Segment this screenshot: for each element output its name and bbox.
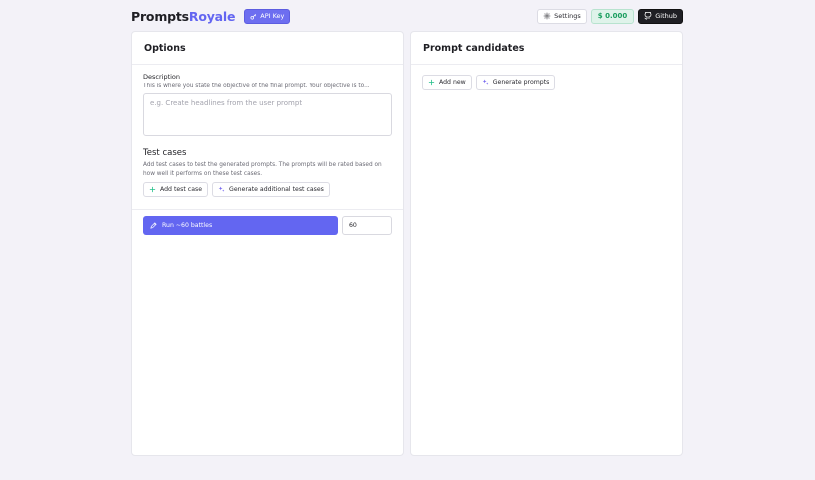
add-new-button[interactable]: Add new [422, 75, 472, 90]
balance-badge[interactable]: $ 0.000 [590, 8, 635, 24]
add-new-label: Add new [439, 79, 466, 86]
options-title: Options [132, 32, 403, 65]
generate-prompts-button[interactable]: Generate prompts [475, 75, 556, 90]
add-test-case-button[interactable]: Add test case [143, 182, 209, 197]
app-header: PromptsRoyale API Key Settings $ 0.000 G… [131, 6, 683, 26]
gear-icon [543, 12, 551, 20]
github-button[interactable]: Github [638, 8, 683, 24]
api-key-label: API Key [260, 12, 285, 20]
github-icon [644, 12, 652, 20]
run-battles-label: Run ~60 battles [162, 222, 213, 229]
options-panel: Options Description This is where you st… [131, 31, 404, 456]
sparkles-icon [482, 79, 489, 85]
app-logo[interactable]: PromptsRoyale [131, 9, 235, 24]
api-key-button[interactable]: API Key [244, 8, 291, 24]
add-test-case-label: Add test case [160, 186, 203, 193]
brand-name-part2: Royale [188, 8, 236, 24]
pencil-icon [150, 222, 157, 229]
battles-count-input[interactable] [342, 216, 392, 235]
description-section: Description This is where you state the … [132, 73, 403, 197]
generate-test-cases-button[interactable]: Generate additional test cases [212, 182, 330, 197]
brand-name-part1: Prompts [131, 8, 189, 24]
description-input[interactable] [143, 93, 392, 136]
prompt-candidates-panel: Prompt candidates Add new Generate promp… [410, 31, 683, 456]
sparkles-icon [218, 186, 225, 192]
options-divider [132, 209, 403, 210]
header-actions: Settings $ 0.000 Github [537, 8, 683, 24]
plus-icon [428, 79, 435, 86]
key-icon [250, 13, 257, 20]
generate-test-cases-label: Generate additional test cases [229, 186, 324, 193]
test-case-actions: Add test case Generate additional test c… [143, 182, 392, 197]
settings-button[interactable]: Settings [537, 8, 587, 24]
description-label: Description [143, 73, 181, 81]
description-help: This is where you state the objective of… [143, 83, 370, 89]
candidate-actions: Add new Generate prompts [411, 75, 682, 90]
github-label: Github [655, 12, 677, 20]
test-cases-help: Add test cases to test the generated pro… [143, 162, 382, 177]
test-cases-title: Test cases [143, 148, 187, 158]
run-row: Run ~60 battles [132, 216, 403, 235]
prompt-candidates-title: Prompt candidates [411, 32, 682, 65]
generate-prompts-label: Generate prompts [492, 79, 550, 86]
balance-value: $ 0.000 [597, 12, 628, 20]
settings-label: Settings [554, 12, 581, 20]
plus-icon [149, 186, 156, 193]
run-battles-button[interactable]: Run ~60 battles [143, 216, 338, 235]
